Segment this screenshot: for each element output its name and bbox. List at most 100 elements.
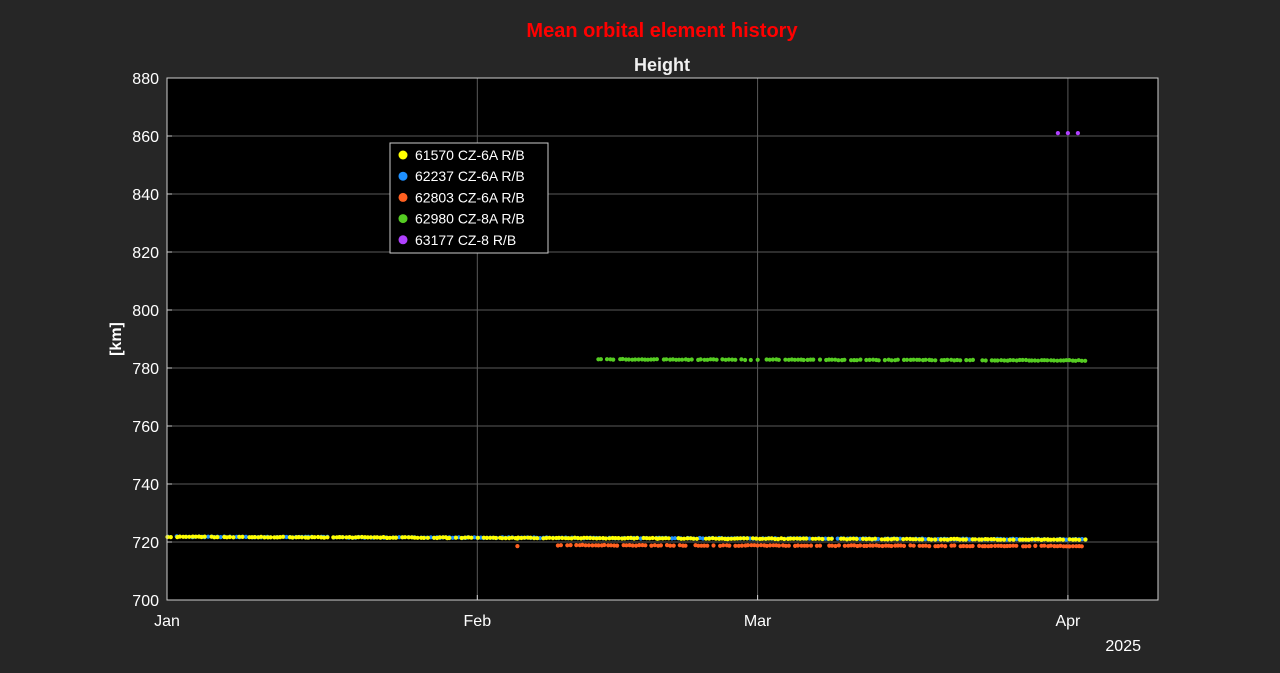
data-point (933, 358, 938, 363)
data-point (252, 535, 257, 540)
data-point (568, 543, 573, 548)
y-axis-label: [km] (108, 322, 125, 356)
data-point (952, 543, 957, 548)
data-point (227, 534, 232, 540)
data-point (535, 536, 540, 541)
data-point (671, 543, 676, 548)
data-point (325, 535, 330, 540)
data-point (268, 535, 273, 540)
data-point (425, 535, 430, 540)
data-point (586, 543, 591, 548)
data-point (911, 543, 916, 548)
data-point (1033, 543, 1038, 549)
data-point (615, 543, 620, 548)
data-point (995, 358, 1000, 363)
data-point (913, 537, 918, 542)
data-point (963, 537, 969, 542)
data-point (714, 357, 719, 362)
data-point (721, 543, 726, 548)
data-point (1036, 358, 1041, 363)
legend-marker (398, 192, 408, 202)
figure: Mean orbital element history Height 700 7… (0, 0, 1280, 673)
data-point (983, 358, 988, 363)
data-point (635, 535, 640, 541)
data-point (829, 536, 834, 541)
data-point (970, 357, 976, 362)
data-point (694, 536, 700, 541)
data-point (889, 543, 894, 549)
y-tick-label: 780 (132, 361, 159, 378)
data-point (820, 536, 825, 542)
data-point (698, 357, 703, 362)
data-point (927, 544, 932, 549)
data-point (805, 543, 810, 548)
data-point (808, 543, 814, 548)
data-point (1048, 543, 1053, 548)
data-point (964, 358, 969, 363)
data-point (1045, 358, 1050, 363)
data-point (755, 357, 760, 362)
y-tick-label: 740 (132, 477, 159, 494)
data-point (1051, 537, 1056, 542)
data-point (836, 543, 842, 548)
data-point (776, 357, 781, 362)
data-point (873, 536, 878, 541)
data-point (882, 358, 888, 363)
data-point (958, 358, 963, 363)
data-point (836, 358, 841, 363)
data-point (493, 535, 498, 541)
x-tick-label: Jan (154, 613, 180, 630)
data-point (658, 543, 664, 548)
data-point (945, 357, 950, 362)
data-point (739, 357, 744, 362)
data-point (469, 535, 474, 540)
data-point (603, 536, 609, 541)
data-point (515, 544, 520, 549)
data-point (683, 543, 688, 548)
data-point (666, 536, 671, 541)
data-point (901, 543, 907, 549)
data-point (445, 536, 450, 541)
data-point (885, 537, 890, 542)
legend-label: 63177 CZ-8 R/B (415, 232, 516, 248)
data-point (739, 543, 745, 548)
data-point (1065, 131, 1070, 136)
data-point (754, 536, 759, 541)
data-point (876, 358, 881, 363)
data-point (655, 536, 660, 541)
data-point (616, 536, 621, 541)
data-point (854, 358, 860, 363)
data-point (748, 357, 753, 363)
data-point (393, 535, 399, 540)
data-point (168, 535, 173, 540)
data-point (280, 534, 286, 539)
data-point (933, 537, 938, 542)
data-point (602, 542, 607, 548)
data-point (727, 543, 732, 548)
data-point (889, 358, 894, 363)
data-point (725, 537, 730, 542)
data-point (306, 535, 311, 540)
data-point (403, 535, 408, 540)
data-point (743, 357, 748, 363)
data-point (943, 544, 948, 549)
data-point (904, 357, 910, 362)
data-point (776, 543, 782, 548)
legend-label: 62803 CZ-6A R/B (415, 189, 525, 205)
data-point (711, 543, 716, 548)
data-point (817, 357, 823, 362)
data-point (1055, 131, 1060, 136)
data-point (858, 543, 863, 548)
legend-label: 61570 CZ-6A R/B (415, 147, 525, 163)
data-point (991, 537, 997, 542)
data-point (1083, 537, 1088, 542)
data-point (299, 535, 304, 540)
data-point (795, 543, 801, 548)
plot-area (167, 78, 1158, 600)
data-point (782, 536, 787, 542)
chart-subtitle: Height (634, 55, 690, 75)
data-point (421, 535, 426, 541)
legend-marker (398, 235, 408, 245)
data-point (970, 543, 975, 549)
data-point (854, 536, 859, 542)
